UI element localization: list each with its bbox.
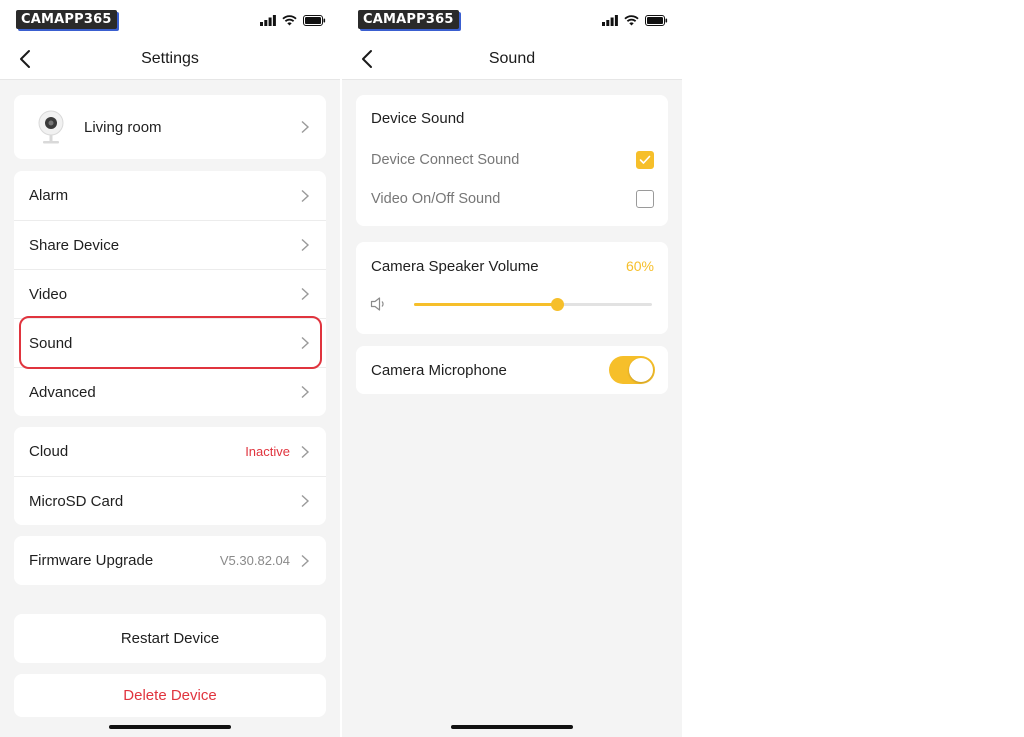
- status-bar: CAMAPP365: [0, 0, 340, 38]
- volume-slider-fill: [414, 303, 557, 306]
- chevron-right-icon: [301, 336, 310, 350]
- chevron-right-icon: [301, 238, 310, 252]
- home-indicator: [109, 725, 231, 729]
- webcam-icon: [38, 110, 64, 144]
- status-bar: CAMAPP365: [342, 0, 682, 38]
- microphone-toggle[interactable]: [609, 356, 655, 384]
- page-title: Sound: [488, 50, 536, 67]
- option-label: Video On/Off Sound: [371, 190, 501, 207]
- row-sound[interactable]: Sound: [14, 318, 326, 367]
- wifi-icon: [282, 14, 297, 25]
- chevron-right-icon: [301, 554, 310, 567]
- speaker-volume-label: Camera Speaker Volume: [371, 257, 539, 275]
- row-advanced[interactable]: Advanced: [14, 367, 326, 416]
- battery-icon: [303, 14, 326, 26]
- volume-slider-thumb[interactable]: [550, 298, 564, 311]
- toggle-knob: [629, 358, 653, 382]
- option-label: Device Connect Sound: [371, 151, 520, 168]
- chevron-right-icon: [301, 494, 310, 508]
- device-sound-card: Device Sound Device Connect Sound Video …: [356, 95, 668, 226]
- option-device-connect-sound[interactable]: Device Connect Sound: [356, 140, 668, 179]
- video-on-off-sound-checkbox[interactable]: [636, 189, 654, 208]
- device-connect-sound-checkbox[interactable]: [636, 150, 654, 169]
- microphone-card: Camera Microphone: [356, 346, 668, 394]
- device-sound-title: Device Sound: [371, 110, 465, 127]
- row-label: Sound: [29, 334, 73, 352]
- row-cloud[interactable]: Cloud Inactive: [14, 427, 326, 476]
- sound-screen: CAMAPP365 Sound Device Sound Device Conn…: [342, 0, 682, 737]
- chevron-right-icon: [301, 385, 310, 399]
- device-name: Living room: [84, 118, 162, 136]
- row-label: Firmware Upgrade: [29, 552, 154, 569]
- chevron-right-icon: [301, 445, 310, 458]
- chevron-right-icon: [301, 287, 310, 301]
- row-video[interactable]: Video: [14, 269, 326, 318]
- device-card: Living room: [14, 95, 326, 159]
- brand-watermark: CAMAPP365: [16, 10, 117, 29]
- battery-icon: [645, 14, 668, 26]
- status-icons: [602, 14, 668, 26]
- status-icons: [260, 14, 326, 26]
- speaker-volume-card: Camera Speaker Volume 60%: [356, 242, 668, 334]
- home-indicator: [451, 725, 573, 729]
- row-label: Advanced: [29, 383, 96, 401]
- cloud-status-value: Inactive: [245, 444, 290, 459]
- option-video-on-off-sound[interactable]: Video On/Off Sound: [356, 179, 668, 218]
- speaker-icon: [370, 297, 384, 311]
- navigation-bar: Sound: [342, 38, 682, 80]
- speaker-volume-slider-row: [356, 290, 668, 334]
- microphone-row: Camera Microphone: [356, 346, 668, 394]
- speaker-volume-value: 60%: [625, 258, 654, 274]
- delete-device-button[interactable]: Delete Device: [14, 674, 326, 717]
- row-firmware-upgrade[interactable]: Firmware Upgrade V5.30.82.04: [14, 536, 326, 585]
- row-share-device[interactable]: Share Device: [14, 220, 326, 269]
- settings-screen: CAMAPP365 Settings Living room Alarm Sha…: [0, 0, 340, 737]
- restart-device-button[interactable]: Restart Device: [14, 614, 326, 663]
- navigation-bar: Settings: [0, 38, 340, 80]
- firmware-version: V5.30.82.04: [219, 553, 290, 568]
- speaker-volume-header: Camera Speaker Volume 60%: [356, 242, 668, 290]
- row-microsd-card[interactable]: MicroSD Card: [14, 476, 326, 525]
- cellular-signal-icon: [602, 14, 618, 26]
- chevron-right-icon: [301, 189, 310, 202]
- page-title: Settings: [141, 50, 199, 67]
- row-label: Cloud: [29, 443, 69, 460]
- brand-watermark: CAMAPP365: [358, 10, 459, 29]
- settings-group-storage: Cloud Inactive MicroSD Card: [14, 427, 326, 525]
- device-row[interactable]: Living room: [14, 95, 326, 159]
- wifi-icon: [624, 14, 639, 25]
- row-label: Alarm: [29, 187, 69, 204]
- cellular-signal-icon: [260, 14, 276, 26]
- row-alarm[interactable]: Alarm: [14, 171, 326, 220]
- row-label: Share Device: [29, 236, 120, 254]
- chevron-right-icon: [301, 120, 310, 134]
- row-label: MicroSD Card: [29, 492, 124, 510]
- microphone-label: Camera Microphone: [371, 361, 507, 379]
- volume-slider-track[interactable]: [414, 298, 652, 311]
- settings-group-main: Alarm Share Device Video Sound Advanced: [14, 171, 326, 416]
- firmware-card: Firmware Upgrade V5.30.82.04: [14, 536, 326, 585]
- row-label: Video: [29, 285, 68, 303]
- checkmark-icon: [639, 155, 651, 164]
